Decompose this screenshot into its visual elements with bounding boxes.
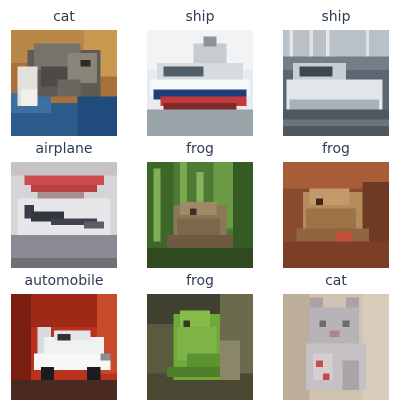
airplane-photo <box>11 162 117 268</box>
image-label: airplane <box>35 141 93 157</box>
image-label: cat <box>325 273 347 289</box>
grid-cell-5: frog <box>147 132 253 268</box>
image-grid: cat ship ship airplane frog frog automob… <box>0 0 400 400</box>
frog-photo <box>147 162 253 268</box>
image-label: ship <box>185 9 215 25</box>
frog-photo <box>147 294 253 400</box>
grid-cell-6: frog <box>283 132 389 268</box>
image-label: frog <box>186 273 214 289</box>
image-label: frog <box>322 141 350 157</box>
frog-photo <box>283 162 389 268</box>
grid-cell-9: cat <box>283 264 389 400</box>
image-label: ship <box>321 9 351 25</box>
grid-cell-4: airplane <box>11 132 117 268</box>
cat-photo <box>283 294 389 400</box>
cat-photo <box>11 30 117 136</box>
automobile-photo <box>11 294 117 400</box>
grid-cell-8: frog <box>147 264 253 400</box>
ship-photo <box>283 30 389 136</box>
grid-cell-3: ship <box>283 0 389 136</box>
image-label: frog <box>186 141 214 157</box>
image-label: automobile <box>24 273 104 289</box>
grid-cell-1: cat <box>11 0 117 136</box>
grid-cell-7: automobile <box>11 264 117 400</box>
grid-cell-2: ship <box>147 0 253 136</box>
image-label: cat <box>53 9 75 25</box>
ship-photo <box>147 30 253 136</box>
